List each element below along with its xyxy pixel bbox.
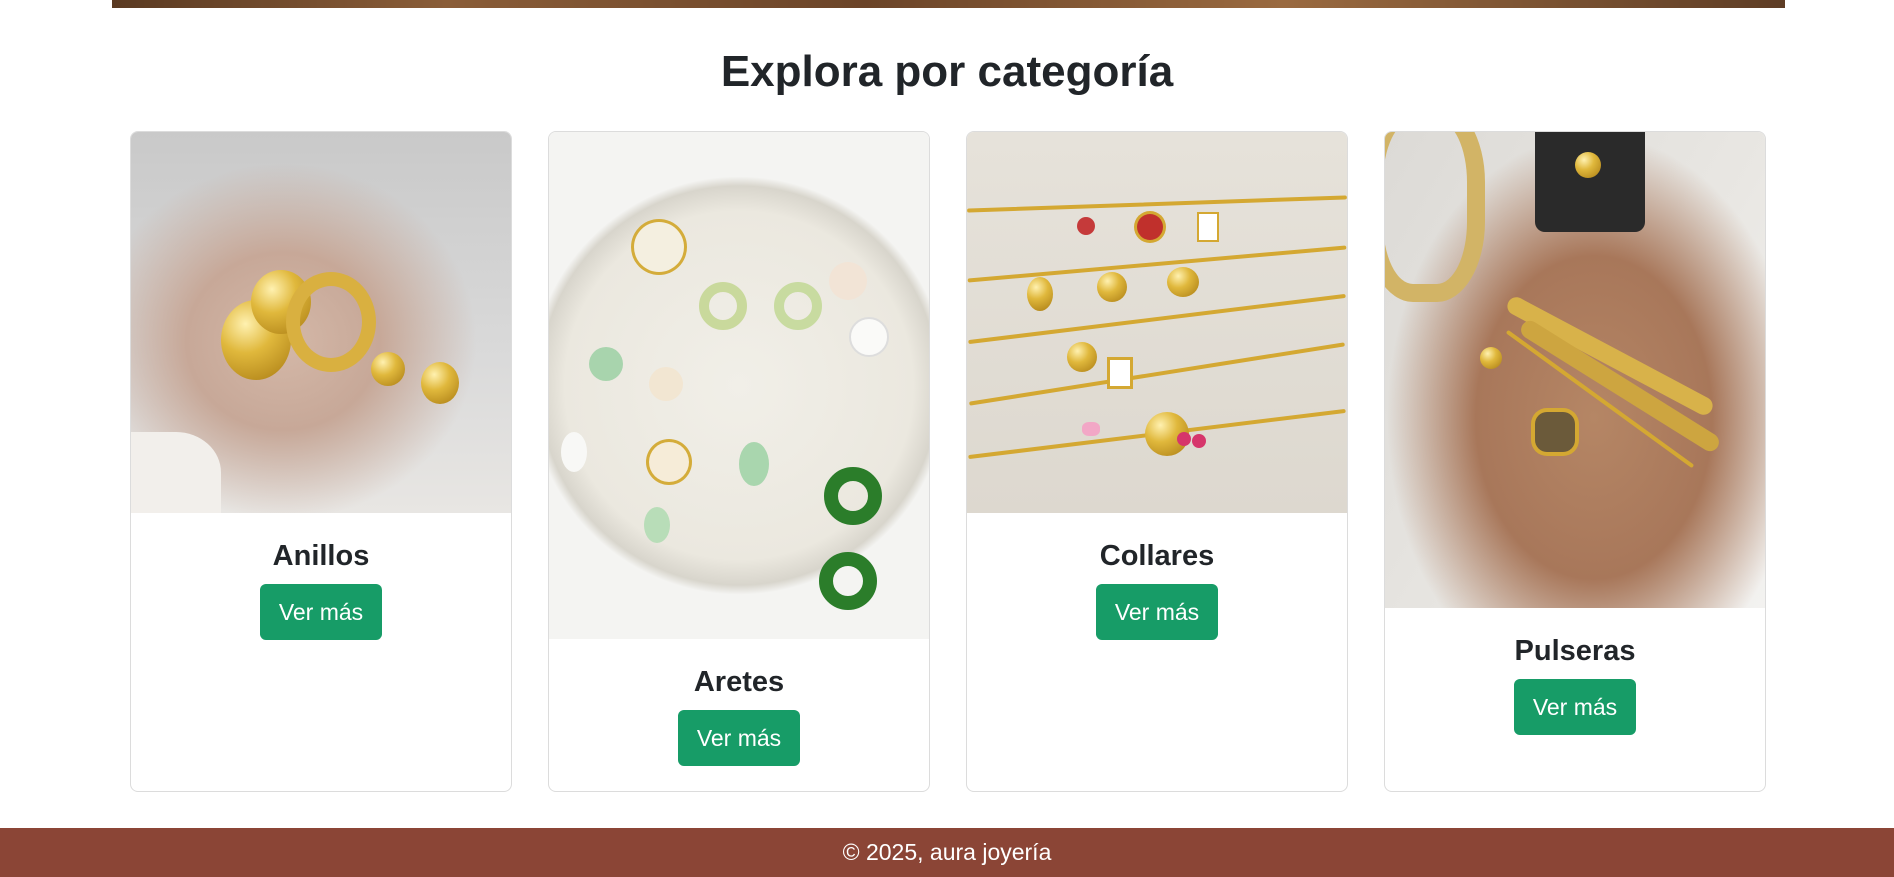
ver-mas-button[interactable]: Ver más (1095, 584, 1219, 640)
category-card-aretes: Aretes Ver más (548, 131, 930, 792)
ver-mas-button[interactable]: Ver más (259, 584, 383, 640)
category-card-pulseras: Pulseras Ver más (1384, 131, 1766, 792)
section-title: Explora por categoría (720, 47, 1174, 96)
necklaces-photo[interactable] (967, 132, 1347, 513)
ver-mas-button[interactable]: Ver más (1513, 679, 1637, 735)
category-card-anillos: Anillos Ver más (130, 131, 512, 792)
copyright-text: © 2025, aura joyería (842, 839, 1052, 865)
category-title: Collares (1099, 540, 1215, 572)
earrings-photo[interactable] (549, 132, 929, 639)
category-title: Anillos (272, 540, 370, 572)
hero-banner-bottom (112, 0, 1785, 8)
category-title: Aretes (693, 666, 785, 698)
rings-photo[interactable] (131, 132, 511, 513)
category-title: Pulseras (1514, 635, 1636, 667)
footer: © 2025, aura joyería (0, 828, 1894, 877)
bracelets-photo[interactable] (1385, 132, 1765, 608)
ver-mas-button[interactable]: Ver más (677, 710, 801, 766)
category-card-collares: Collares Ver más (966, 131, 1348, 792)
